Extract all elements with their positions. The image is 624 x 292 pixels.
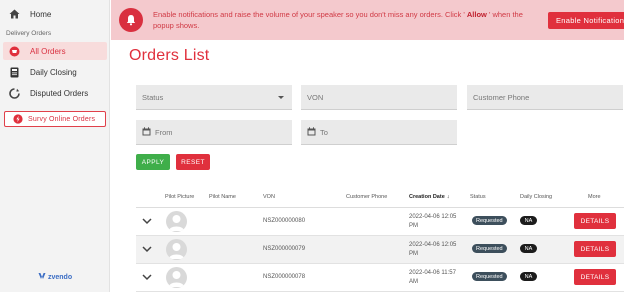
header-creation-date-label: Creation Date xyxy=(409,194,445,200)
sidebar-item-label: Home xyxy=(30,9,52,19)
logo-text: zvendo xyxy=(48,273,73,281)
creation-date-value: 2022-04-06 12:05 PM xyxy=(409,213,463,231)
date-line-1: 2022-04-06 12:05 xyxy=(409,242,457,248)
home-icon xyxy=(7,7,21,21)
sidebar: Home Delivery Orders All Orders Daily Cl… xyxy=(0,0,110,292)
banner-text-before: Enable notifications and raise the volum… xyxy=(153,10,467,19)
sidebar-item-label: Daily Closing xyxy=(30,67,77,77)
calendar-icon xyxy=(142,126,151,138)
closing-icon xyxy=(7,65,21,79)
apply-button[interactable]: APPLY xyxy=(136,154,170,170)
date-line-2: PM xyxy=(409,251,418,257)
survey-online-orders-button[interactable]: Survy Online Orders xyxy=(4,111,106,127)
sidebar-item-disputed-orders[interactable]: Disputed Orders xyxy=(3,84,107,102)
zvendo-logo-icon xyxy=(38,272,46,282)
to-placeholder: To xyxy=(320,127,328,137)
section-label: Delivery Orders xyxy=(6,30,52,37)
von-placeholder: VON xyxy=(307,92,324,102)
enable-notifications-button[interactable]: Enable Notifications xyxy=(548,12,624,29)
sidebar-item-all-orders[interactable]: All Orders xyxy=(3,42,107,60)
von-value: NSZ000000079 xyxy=(263,246,306,252)
date-line-1: 2022-04-06 12:05 xyxy=(409,214,457,220)
zvendo-logo: zvendo xyxy=(38,272,72,282)
chevron-down-icon[interactable] xyxy=(142,272,152,282)
header-pilot-name: Pilot Name xyxy=(209,194,236,200)
sidebar-item-home[interactable]: Home xyxy=(3,5,107,23)
header-von: VON xyxy=(263,194,275,200)
bell-icon xyxy=(119,8,143,32)
details-button[interactable]: DETAILS xyxy=(574,213,616,229)
header-daily-closing: Daily Closing xyxy=(520,194,553,200)
table-row: NSZ000000079 2022-04-06 12:05 PM Requeste… xyxy=(136,236,624,264)
date-line-1: 2022-04-06 11:57 xyxy=(409,270,456,276)
creation-date-value: 2022-04-06 12:05 PM xyxy=(409,241,463,259)
pilot-avatar xyxy=(166,211,187,232)
from-date-input[interactable]: From xyxy=(136,120,292,145)
status-select[interactable]: Status xyxy=(136,85,292,110)
daily-closing-badge: NA xyxy=(520,272,537,281)
reset-button[interactable]: RESET xyxy=(176,154,210,170)
daily-closing-badge: NA xyxy=(520,244,537,253)
pilot-avatar xyxy=(166,239,187,260)
customer-phone-input[interactable]: Customer Phone xyxy=(467,85,623,110)
to-date-input[interactable]: To xyxy=(301,120,457,145)
daily-closing-badge: NA xyxy=(520,216,537,225)
header-creation-date[interactable]: Creation Date ↓ xyxy=(409,194,450,200)
table-row: NSZ000000080 2022-04-06 12:05 PM Requeste… xyxy=(136,208,624,236)
von-value: NSZ000000078 xyxy=(263,274,306,280)
date-line-2: PM xyxy=(409,223,418,229)
calendar-icon xyxy=(307,126,316,138)
orders-table: Pilot Picture Pilot Name VON Customer Ph… xyxy=(136,186,624,292)
table-header: Pilot Picture Pilot Name VON Customer Ph… xyxy=(136,186,624,208)
header-more: More xyxy=(588,194,601,200)
date-line-2: AM xyxy=(409,279,418,285)
status-badge: Requested xyxy=(472,272,507,281)
details-button[interactable]: DETAILS xyxy=(574,241,616,257)
sidebar-item-label: All Orders xyxy=(30,46,66,56)
chevron-down-icon[interactable] xyxy=(142,216,152,226)
disputed-icon xyxy=(7,86,21,100)
header-customer-phone: Customer Phone xyxy=(346,194,388,200)
banner-message: Enable notifications and raise the volum… xyxy=(153,9,533,31)
orders-icon xyxy=(7,44,21,58)
header-status: Status xyxy=(470,194,486,200)
sort-down-arrow-icon: ↓ xyxy=(446,194,450,200)
pilot-avatar xyxy=(166,267,187,288)
chevron-down-icon xyxy=(278,96,284,99)
chevron-down-icon[interactable] xyxy=(142,244,152,254)
survey-icon xyxy=(13,114,23,124)
status-placeholder: Status xyxy=(142,92,164,102)
sidebar-item-daily-closing[interactable]: Daily Closing xyxy=(3,63,107,81)
details-button[interactable]: DETAILS xyxy=(574,269,616,285)
von-value: NSZ000000080 xyxy=(263,218,306,224)
table-row: NSZ000000078 2022-04-06 11:57 AM Requeste… xyxy=(136,264,624,292)
sidebar-item-label: Disputed Orders xyxy=(30,88,89,98)
creation-date-value: 2022-04-06 11:57 AM xyxy=(409,269,463,287)
from-placeholder: From xyxy=(155,127,173,137)
notification-banner: Enable notifications and raise the volum… xyxy=(111,0,624,40)
survey-label: Survy Online Orders xyxy=(28,115,96,123)
status-badge: Requested xyxy=(472,216,507,225)
header-pilot-picture: Pilot Picture xyxy=(165,194,195,200)
banner-allow-highlight: Allow xyxy=(466,10,487,19)
page-title: Orders List xyxy=(129,47,210,64)
von-input[interactable]: VON xyxy=(301,85,457,110)
status-badge: Requested xyxy=(472,244,507,253)
phone-placeholder: Customer Phone xyxy=(473,92,530,102)
